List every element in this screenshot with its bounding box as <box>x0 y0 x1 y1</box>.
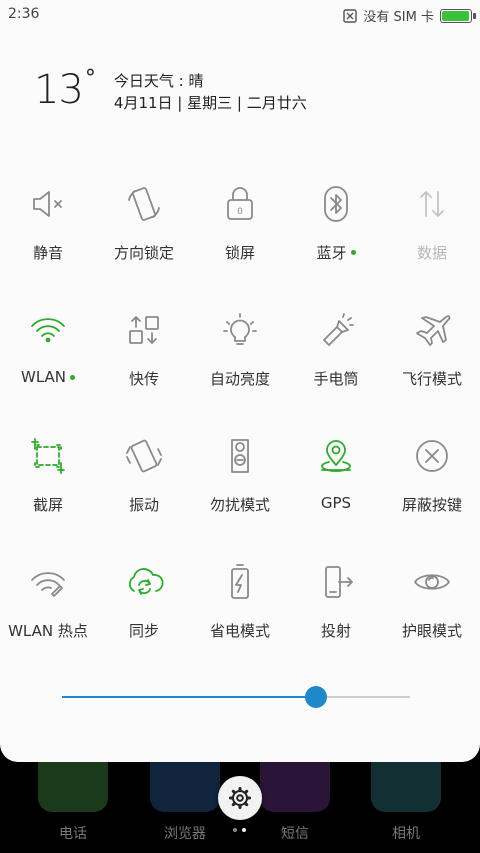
toggle-label: 飞行模式 <box>401 370 462 388</box>
no-sim-icon <box>343 8 358 23</box>
screenshot-icon <box>31 438 65 474</box>
dock-app-label: 相机 <box>392 826 420 842</box>
toggle-label: 方向锁定 <box>113 244 174 262</box>
dock-app-label: 浏览器 <box>164 826 206 842</box>
wifi-icon <box>31 318 65 343</box>
quick-settings-panel: 13 ° 今日天气 : 晴 4月11日 | 星期三 | 二月廿六 静音 方向锁定 0… <box>0 30 480 762</box>
toggle-grid: 静音 方向锁定 0 锁屏 蓝牙 数据 WLAN 快传 自动亮度 手电筒 飞行模式截屏 振动 勿扰模式 GP… <box>0 170 480 674</box>
camera-icon <box>371 762 441 812</box>
bluetooth-icon <box>324 186 348 222</box>
slider-knob[interactable] <box>305 686 328 708</box>
toggle-battery-saver[interactable]: 省电模式 <box>192 548 288 674</box>
lock-icon: 0 <box>227 187 253 220</box>
toggle-gps[interactable]: GPS <box>288 422 384 548</box>
toggle-label: 截屏 <box>32 496 63 514</box>
toggle-label: WLAN <box>21 368 75 386</box>
toggle-rotation-lock[interactable]: 方向锁定 <box>96 170 192 296</box>
toggle-label: 锁屏 <box>224 244 255 262</box>
temperature: 13 <box>34 67 84 113</box>
browser-icon <box>150 762 220 812</box>
toggle-row: WLAN 快传 自动亮度 手电筒 飞行模式 <box>0 296 480 422</box>
brightness-icon <box>223 313 257 345</box>
hotspot-icon <box>31 572 65 597</box>
active-dot <box>350 250 356 255</box>
battery-icon <box>440 8 476 23</box>
dock-app-camera[interactable]: 相机 <box>371 762 441 843</box>
toggle-block-keys[interactable]: 屏蔽按键 <box>384 422 480 548</box>
block-keys-icon <box>416 440 448 472</box>
toggle-label: 自动亮度 <box>209 370 270 388</box>
toggle-label: 振动 <box>128 496 159 514</box>
airplane-icon <box>416 315 451 346</box>
toggle-vibrate[interactable]: 振动 <box>96 422 192 548</box>
dnd-icon <box>231 439 249 473</box>
toggle-bluetooth[interactable]: 蓝牙 <box>288 170 384 296</box>
gear-icon <box>229 787 251 809</box>
dock-app-label: 短信 <box>281 826 309 842</box>
toggle-brightness[interactable]: 自动亮度 <box>192 296 288 422</box>
toggle-flashlight[interactable]: 手电筒 <box>288 296 384 422</box>
data-icon <box>420 191 444 217</box>
toggle-label: 同步 <box>128 622 159 640</box>
toggle-transfer[interactable]: 快传 <box>96 296 192 422</box>
dock-app-phone[interactable]: 电话 <box>38 762 108 843</box>
toggle-label: 投射 <box>320 622 351 640</box>
gps-icon <box>321 440 351 472</box>
toggle-eye[interactable]: 护眼模式 <box>384 548 480 674</box>
toggle-label: 蓝牙 <box>316 242 356 263</box>
transfer-icon <box>129 316 159 344</box>
svg-text:0: 0 <box>237 207 243 217</box>
toggle-label: 勿扰模式 <box>209 496 270 514</box>
dock-app-browser[interactable]: 浏览器 <box>150 762 220 843</box>
mute-icon <box>33 191 62 217</box>
toggle-hotspot[interactable]: WLAN 热点 <box>0 548 96 674</box>
toggle-mute[interactable]: 静音 <box>0 170 96 296</box>
active-dot <box>70 374 75 380</box>
toggle-label: 数据 <box>416 244 447 262</box>
flashlight-icon <box>323 313 354 346</box>
toggle-row: 截屏 振动 勿扰模式 GPS 屏蔽按键 <box>0 422 480 548</box>
rotation-lock-icon <box>128 187 160 221</box>
toggle-airplane[interactable]: 飞行模式 <box>384 296 480 422</box>
slider-active-track <box>62 696 317 698</box>
dock-app-messages[interactable]: 短信 <box>260 762 330 843</box>
sync-icon <box>128 568 164 595</box>
weather-date: 4月11日 | 星期三 | 二月廿六 <box>113 94 307 112</box>
brightness-slider[interactable] <box>62 686 410 708</box>
toggle-label: GPS <box>320 494 352 512</box>
weather-widget[interactable]: 13 ° 今日天气 : 晴 4月11日 | 星期三 | 二月廿六 <box>34 66 307 114</box>
toggle-row: WLAN 热点 同步 省电模式 投射 护眼模式 <box>0 548 480 674</box>
toggle-cast[interactable]: 投射 <box>288 548 384 674</box>
toggle-dnd[interactable]: 勿扰模式 <box>192 422 288 548</box>
page-indicator <box>233 828 246 832</box>
toggle-sync[interactable]: 同步 <box>96 548 192 674</box>
toggle-label: 静音 <box>32 244 63 262</box>
sim-status-text: 没有 SIM 卡 <box>363 10 434 25</box>
status-time: 2:36 <box>8 6 40 22</box>
eye-icon <box>414 574 450 590</box>
toggle-label: 省电模式 <box>209 622 270 640</box>
cast-icon <box>325 566 353 598</box>
messages-icon <box>260 762 330 812</box>
toggle-screenshot[interactable]: 截屏 <box>0 422 96 548</box>
toggle-label: 快传 <box>128 370 159 388</box>
phone-icon <box>38 762 108 812</box>
weather-condition: 今日天气 : 晴 <box>113 72 204 90</box>
dock-app-label: 电话 <box>59 826 87 842</box>
toggle-label: 手电筒 <box>313 370 359 388</box>
settings-button[interactable] <box>218 776 262 820</box>
toggle-lock[interactable]: 0 锁屏 <box>192 170 288 296</box>
toggle-label: WLAN 热点 <box>8 622 88 640</box>
toggle-wifi[interactable]: WLAN <box>0 296 96 422</box>
toggle-label: 屏蔽按键 <box>401 496 462 514</box>
status-bar: 2:36 没有 SIM 卡 <box>0 0 480 30</box>
toggle-row: 静音 方向锁定 0 锁屏 蓝牙 数据 <box>0 170 480 296</box>
battery-saver-icon <box>231 564 249 599</box>
toggle-data[interactable]: 数据 <box>384 170 480 296</box>
degree-symbol: ° <box>84 66 96 91</box>
toggle-label: 护眼模式 <box>401 622 462 640</box>
vibrate-icon <box>126 439 162 473</box>
status-right: 没有 SIM 卡 <box>343 6 476 25</box>
